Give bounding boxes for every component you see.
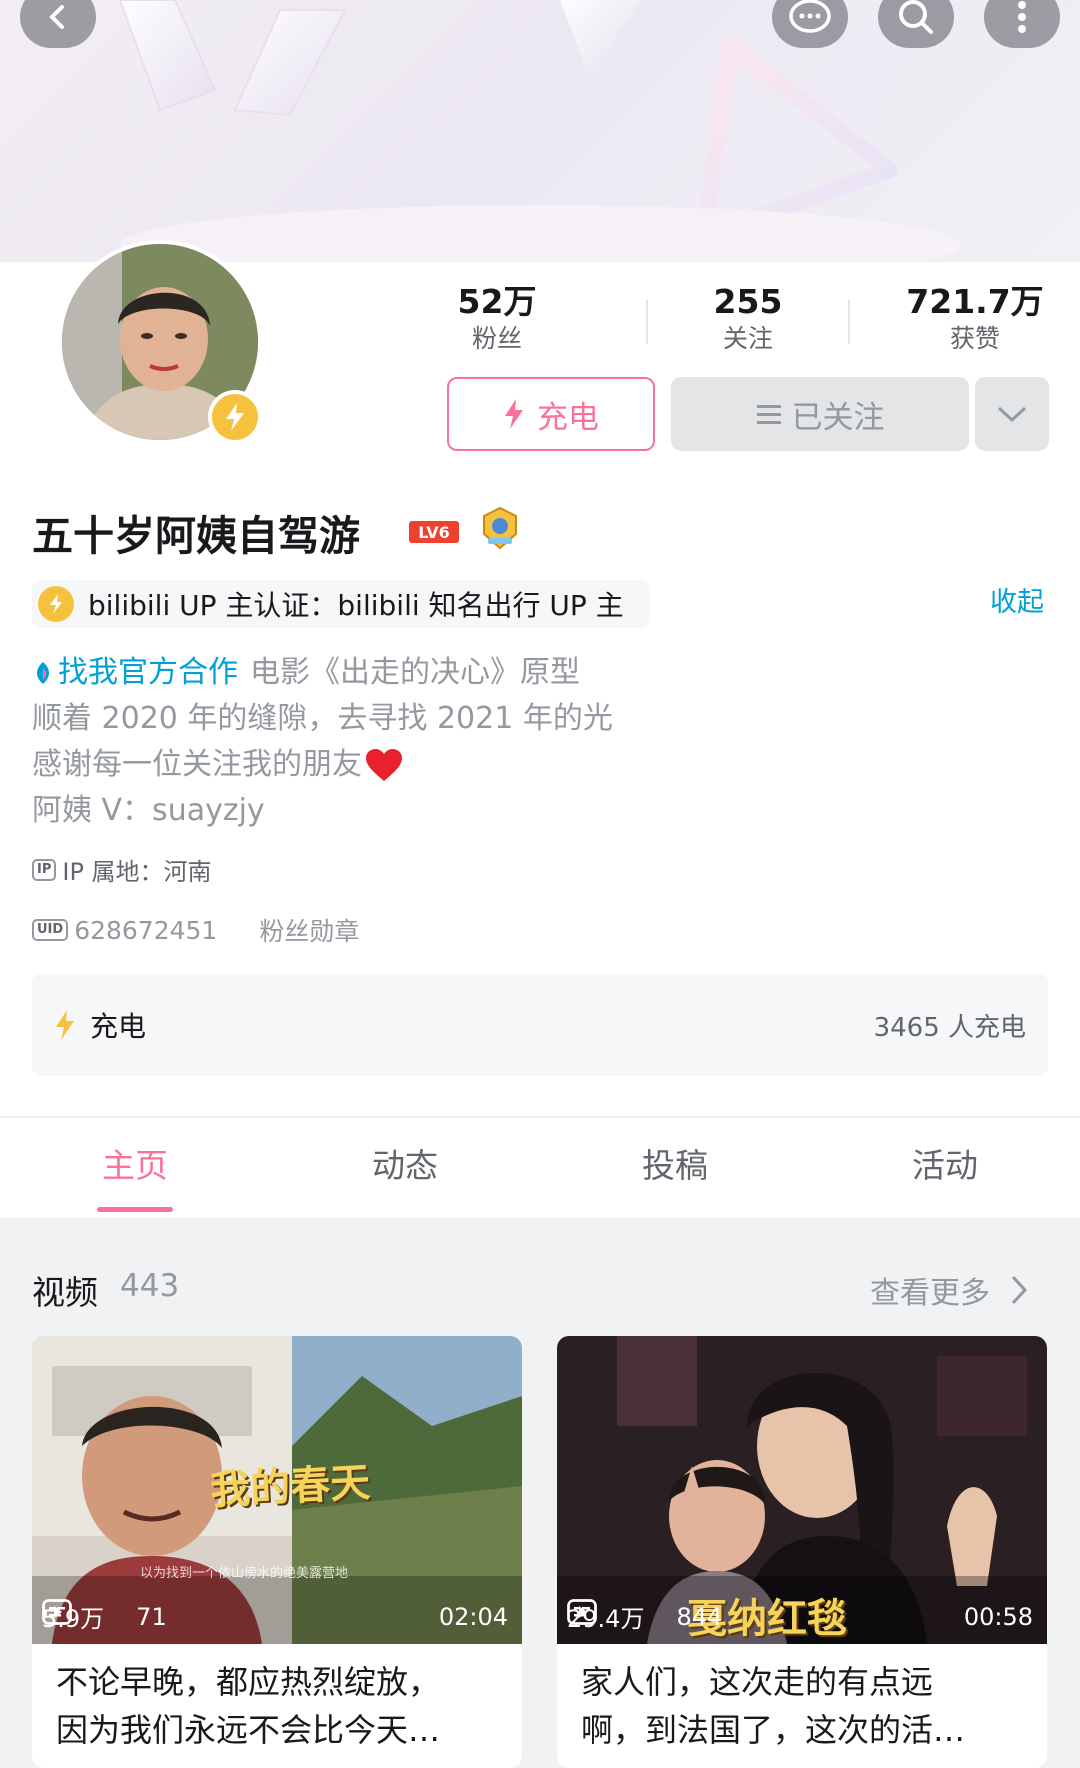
charge-card-label: 充电 bbox=[90, 1010, 147, 1043]
back-button[interactable] bbox=[20, 0, 96, 48]
video-duration: 00:58 bbox=[963, 1602, 1033, 1631]
thumbnail-overlay-text: 我的春天 bbox=[209, 1458, 372, 1515]
followed-button[interactable]: 已关注 bbox=[671, 377, 969, 451]
video-meta: 5.9万 71 02:04 bbox=[42, 1599, 508, 1634]
video-title: 家人们，这次走的有点远 啊，到法国了，这次的活… bbox=[557, 1644, 1047, 1754]
videos-section-title: 视频 bbox=[32, 1273, 98, 1312]
stat-following[interactable]: 255 关注 bbox=[658, 282, 838, 356]
certification-bar: bilibili UP 主认证：bilibili 知名出行 UP 主 bbox=[32, 580, 650, 628]
videos-count: 443 bbox=[120, 1268, 180, 1304]
ip-location-text: IP 属地：河南 bbox=[62, 858, 212, 886]
ip-location: IP IP 属地：河南 bbox=[32, 852, 212, 887]
verified-icon bbox=[38, 586, 74, 622]
certification-text: bilibili UP 主认证：bilibili 知名出行 UP 主 bbox=[88, 589, 624, 622]
tab-activities[interactable]: 活动 bbox=[810, 1118, 1080, 1218]
bio-text: 阿姨 V：suayzjy bbox=[32, 793, 265, 828]
tab-uploads[interactable]: 投稿 bbox=[540, 1118, 810, 1218]
tab-dynamics[interactable]: 动态 bbox=[270, 1118, 540, 1218]
message-icon bbox=[789, 0, 831, 33]
view-more-link[interactable]: 查看更多 bbox=[870, 1268, 1028, 1312]
stat-label: 关注 bbox=[722, 324, 773, 353]
view-more-label: 查看更多 bbox=[870, 1276, 990, 1311]
search-icon bbox=[899, 0, 933, 34]
uid-tag-icon: UID bbox=[32, 919, 69, 941]
more-icon bbox=[1018, 1, 1026, 33]
bio-text: 顺着 2020 年的缝隙，去寻找 2021 年的光 bbox=[32, 701, 613, 736]
lightning-icon bbox=[505, 399, 523, 429]
charge-count: 3465 人充电 bbox=[873, 1012, 1026, 1043]
bio-text: 感谢每一位关注我的朋友 bbox=[32, 747, 362, 782]
video-title-line: 不论早晚，都应热烈绽放， bbox=[56, 1663, 441, 1701]
video-title-line: 因为我们永远不会比今天… bbox=[56, 1711, 441, 1749]
crest-badge-icon bbox=[483, 506, 517, 550]
video-thumbnail: 我的春天 以为找到一个依山傍水的绝美露营地 5.9万 71 02:04 bbox=[32, 1336, 522, 1644]
level-badge: LV6 bbox=[409, 521, 459, 543]
stat-divider bbox=[646, 300, 648, 344]
video-card[interactable]: 我的春天 以为找到一个依山傍水的绝美露营地 5.9万 71 02:04 不论早晚… bbox=[32, 1336, 522, 1768]
uid-value[interactable]: 628672451 bbox=[74, 916, 217, 945]
profile-tabs: 主页 动态 投稿 活动 bbox=[0, 1118, 1080, 1218]
danmaku-icon bbox=[42, 1599, 72, 1625]
tab-home[interactable]: 主页 bbox=[0, 1118, 270, 1218]
message-button[interactable] bbox=[772, 0, 848, 48]
danmaku-icon bbox=[567, 1599, 597, 1625]
stat-value: 255 bbox=[713, 282, 783, 321]
bilibili-logo-icon bbox=[36, 662, 50, 684]
followed-button-label: 已关注 bbox=[791, 399, 885, 436]
stat-likes[interactable]: 721.7万 获赞 bbox=[885, 282, 1065, 356]
more-button[interactable] bbox=[984, 0, 1060, 48]
video-title-line: 啊，到法国了，这次的活… bbox=[581, 1711, 966, 1749]
chevron-down-icon bbox=[997, 406, 1027, 423]
fan-medal-link[interactable]: 粉丝勋章 bbox=[259, 912, 359, 948]
verified-badge bbox=[208, 390, 262, 444]
lightning-icon bbox=[56, 1010, 74, 1040]
menu-icon bbox=[756, 405, 781, 424]
follow-options-button[interactable] bbox=[975, 377, 1049, 451]
lightning-icon bbox=[226, 403, 244, 431]
chevron-right-icon bbox=[1011, 1275, 1028, 1305]
level-text: LV6 bbox=[418, 523, 450, 542]
video-danmaku-count: 844 bbox=[676, 1602, 723, 1631]
search-button[interactable] bbox=[878, 0, 954, 48]
bio-line: 阿姨 V：suayzjy bbox=[32, 788, 932, 834]
stat-value: 721.7万 bbox=[906, 282, 1044, 321]
bio: 找我官方合作 电影《出走的决心》原型 顺着 2020 年的缝隙，去寻找 2021… bbox=[32, 650, 932, 834]
video-thumbnail: 戛纳红毯 29.4万 844 00:58 bbox=[557, 1336, 1047, 1644]
heart-icon bbox=[366, 749, 402, 781]
collapse-link[interactable]: 收起 bbox=[990, 580, 1044, 619]
bio-line: 找我官方合作 电影《出走的决心》原型 bbox=[32, 650, 932, 696]
charge-button-label: 充电 bbox=[537, 399, 599, 436]
uid-row: UID 628672451 粉丝勋章 bbox=[32, 912, 359, 948]
stat-label: 获赞 bbox=[949, 324, 1000, 353]
video-danmaku-count: 71 bbox=[136, 1602, 167, 1631]
charge-button[interactable]: 充电 bbox=[447, 377, 655, 451]
bio-line: 顺着 2020 年的缝隙，去寻找 2021 年的光 bbox=[32, 696, 932, 742]
video-title: 不论早晚，都应热烈绽放， 因为我们永远不会比今天… bbox=[32, 1644, 522, 1754]
video-meta: 29.4万 844 00:58 bbox=[567, 1599, 1033, 1634]
bio-line: 感谢每一位关注我的朋友 bbox=[32, 742, 932, 788]
stat-fans[interactable]: 52万 粉丝 bbox=[407, 282, 587, 356]
video-card[interactable]: 戛纳红毯 29.4万 844 00:58 家人们，这次走的有点远 啊，到法国了，… bbox=[557, 1336, 1047, 1768]
back-icon bbox=[49, 5, 64, 29]
profile-banner bbox=[0, 0, 1080, 262]
stat-divider bbox=[848, 300, 850, 344]
business-link[interactable]: 找我官方合作 bbox=[58, 650, 238, 696]
video-title-line: 家人们，这次走的有点远 bbox=[581, 1663, 934, 1701]
thumbnail-caption: 以为找到一个依山傍水的绝美露营地 bbox=[140, 1566, 349, 1581]
video-duration: 02:04 bbox=[438, 1602, 508, 1631]
bio-text: 电影《出走的决心》原型 bbox=[250, 655, 580, 690]
lightning-icon bbox=[50, 594, 62, 614]
charge-card[interactable]: 充电 3465 人充电 bbox=[32, 974, 1048, 1076]
ip-tag-icon: IP bbox=[32, 858, 57, 881]
stat-value: 52万 bbox=[457, 282, 537, 321]
stat-label: 粉丝 bbox=[471, 324, 522, 353]
user-name: 五十岁阿姨自驾游 bbox=[32, 512, 360, 560]
